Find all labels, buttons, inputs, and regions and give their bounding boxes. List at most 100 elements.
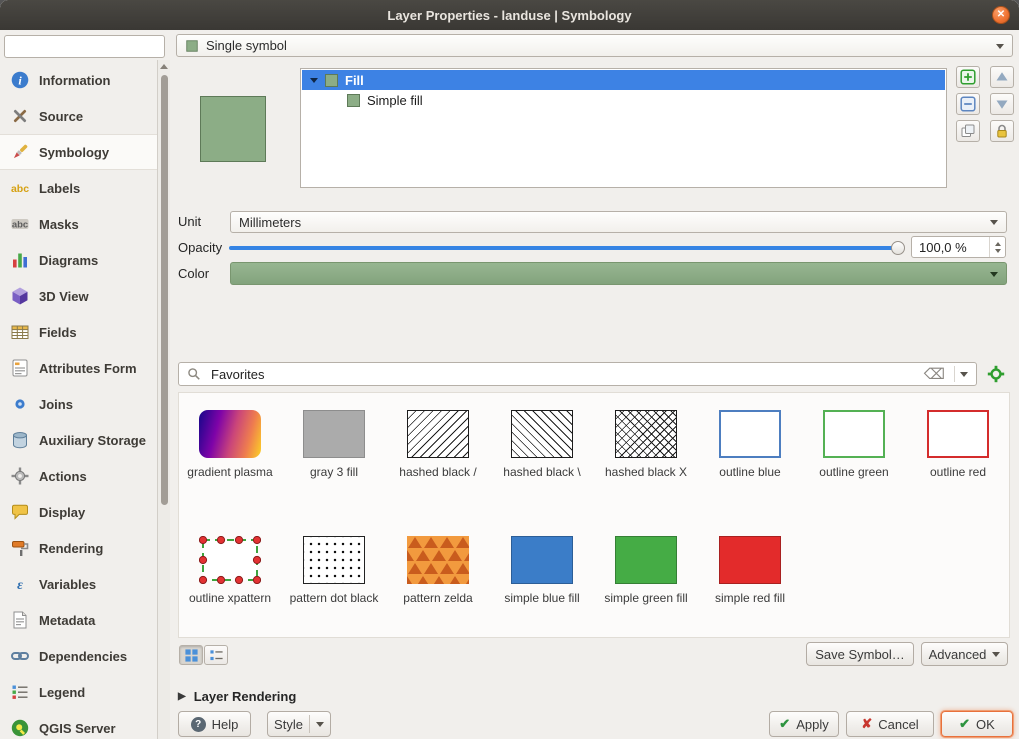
lock-colors-button[interactable] <box>990 120 1014 142</box>
divider <box>954 366 955 382</box>
symbol-tree-item-fill[interactable]: Fill <box>302 70 945 90</box>
apply-button[interactable]: ✔ Apply <box>769 711 839 737</box>
opacity-spinbox[interactable]: 100,0 % <box>911 236 1006 258</box>
symbol-item[interactable]: outline green <box>802 402 906 518</box>
symbol-label: outline xpattern <box>189 591 271 605</box>
sidebar-item-masks[interactable]: abc Masks <box>0 206 157 242</box>
symbol-item[interactable]: pattern zelda <box>386 528 490 644</box>
apply-label: Apply <box>796 717 829 732</box>
symbol-item[interactable]: gray 3 fill <box>282 402 386 518</box>
sidebar-item-label: Joins <box>39 397 73 412</box>
color-label: Color <box>178 266 209 281</box>
scrollbar-up-arrow-icon[interactable] <box>158 60 170 73</box>
symbol-grid: gradient plasma gray 3 fill hashed black… <box>178 402 1011 644</box>
source-icon <box>10 106 30 126</box>
titlebar[interactable]: Layer Properties - landuse | Symbology ✕ <box>0 0 1019 30</box>
style-manager-gear-icon <box>987 365 1005 383</box>
move-down-button[interactable] <box>990 93 1014 115</box>
symbol-item[interactable]: hashed black / <box>386 402 490 518</box>
style-button[interactable]: Style <box>267 711 331 737</box>
sidebar-item-auxiliary-storage[interactable]: Auxiliary Storage <box>0 422 157 458</box>
symbol-item[interactable]: outline red <box>906 402 1010 518</box>
spinbox-steppers[interactable] <box>989 237 1005 257</box>
sidebar-item-variables[interactable]: ε Variables <box>0 566 157 602</box>
symbol-item[interactable]: hashed black X <box>594 402 698 518</box>
sidebar-scrollbar[interactable] <box>157 60 170 739</box>
symbol-label: hashed black \ <box>503 465 580 479</box>
symbol-item[interactable]: gradient plasma <box>178 402 282 518</box>
scrollbar-thumb[interactable] <box>161 75 168 505</box>
layer-rendering-label: Layer Rendering <box>194 689 297 704</box>
sidebar-item-legend[interactable]: Legend <box>0 674 157 710</box>
help-button[interactable]: ? Help <box>178 711 251 737</box>
window-title: Layer Properties - landuse | Symbology <box>387 8 631 23</box>
list-view-toggle-button[interactable] <box>204 645 228 665</box>
renderer-icon <box>185 39 199 53</box>
sidebar-item-joins[interactable]: Joins <box>0 386 157 422</box>
remove-symbol-layer-button[interactable] <box>956 93 980 115</box>
slider-track[interactable] <box>229 246 901 250</box>
renderer-type-combobox[interactable]: Single symbol <box>176 34 1013 57</box>
symbol-item[interactable]: pattern dot black <box>282 528 386 644</box>
style-manager-button[interactable] <box>984 363 1008 385</box>
move-up-button[interactable] <box>990 66 1014 88</box>
close-button[interactable]: ✕ <box>992 6 1010 24</box>
symbol-label: hashed black / <box>399 465 476 479</box>
symbol-item[interactable]: simple blue fill <box>490 528 594 644</box>
chevron-down-icon <box>992 652 1000 657</box>
sidebar-item-label: Variables <box>39 577 96 592</box>
masks-icon: abc <box>10 214 30 234</box>
sidebar-item-labels[interactable]: abc Labels <box>0 170 157 206</box>
symbol-item[interactable]: outline xpattern <box>178 528 282 644</box>
cancel-button[interactable]: ✘ Cancel <box>846 711 934 737</box>
sidebar-item-fields[interactable]: Fields <box>0 314 157 350</box>
sidebar-item-label: Source <box>39 109 83 124</box>
symbol-item[interactable]: outline blue <box>698 402 802 518</box>
unit-combobox[interactable]: Millimeters <box>230 211 1007 233</box>
opacity-value: 100,0 % <box>919 240 989 255</box>
symbol-layer-tree[interactable]: Fill Simple fill <box>300 68 947 188</box>
add-symbol-layer-button[interactable] <box>956 66 980 88</box>
opacity-slider[interactable] <box>229 239 905 257</box>
sidebar-item-information[interactable]: i Information <box>0 62 157 98</box>
symbol-label: outline green <box>819 465 888 479</box>
advanced-label: Advanced <box>929 647 987 662</box>
layer-rendering-collapser[interactable]: ▶ Layer Rendering <box>178 689 296 704</box>
duplicate-symbol-layer-button[interactable] <box>956 120 980 142</box>
attributes-form-icon <box>10 358 30 378</box>
sidebar-item-3d-view[interactable]: 3D View <box>0 278 157 314</box>
symbol-item[interactable]: simple green fill <box>594 528 698 644</box>
advanced-button[interactable]: Advanced <box>921 642 1008 666</box>
color-picker-button[interactable] <box>230 262 1007 285</box>
sidebar-search-input[interactable] <box>4 35 165 58</box>
sidebar-item-dependencies[interactable]: Dependencies <box>0 638 157 674</box>
symbol-item[interactable]: simple red fill <box>698 528 802 644</box>
chevron-down-icon[interactable] <box>960 372 968 377</box>
sidebar-item-attributes-form[interactable]: Attributes Form <box>0 350 157 386</box>
sidebar-item-metadata[interactable]: Metadata <box>0 602 157 638</box>
sidebar-item-qgis-server[interactable]: QGIS Server <box>0 710 157 739</box>
chevron-down-icon <box>996 44 1004 49</box>
slider-handle[interactable] <box>891 241 905 255</box>
sidebar-item-diagrams[interactable]: Diagrams <box>0 242 157 278</box>
sidebar-item-label: Symbology <box>39 145 109 160</box>
save-symbol-button[interactable]: Save Symbol… <box>806 642 914 666</box>
expand-caret-icon[interactable] <box>310 78 318 83</box>
icon-view-toggle-button[interactable] <box>179 645 203 665</box>
style-label: Style <box>274 717 303 732</box>
sidebar-item-rendering[interactable]: Rendering <box>0 530 157 566</box>
sidebar-item-label: Attributes Form <box>39 361 137 376</box>
sidebar-item-symbology[interactable]: Symbology <box>0 134 157 170</box>
sidebar-item-display[interactable]: Display <box>0 494 157 530</box>
ok-button[interactable]: ✔ OK <box>941 711 1013 737</box>
symbol-tree-item-simple-fill[interactable]: Simple fill <box>301 90 946 110</box>
symbol-filter-box[interactable]: ⌫ <box>178 362 977 386</box>
clear-filter-icon[interactable]: ⌫ <box>920 365 949 383</box>
sidebar-item-label: Masks <box>39 217 79 232</box>
sidebar-item-source[interactable]: Source <box>0 98 157 134</box>
symbol-item[interactable]: hashed black \ <box>490 402 594 518</box>
sidebar-item-label: Diagrams <box>39 253 98 268</box>
symbol-filter-input[interactable] <box>209 366 920 383</box>
sidebar-item-actions[interactable]: Actions <box>0 458 157 494</box>
symbol-preview <box>303 410 365 458</box>
